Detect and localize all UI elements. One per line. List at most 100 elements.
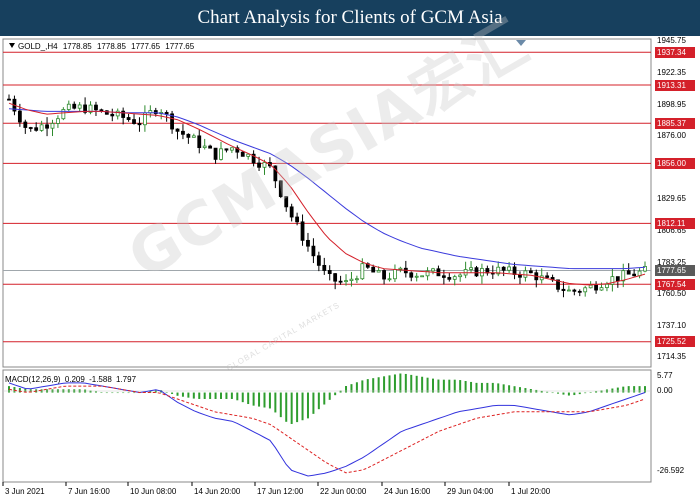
candle-body bbox=[420, 275, 425, 278]
macd-hist-bar bbox=[524, 388, 527, 393]
macd-hist-bar bbox=[13, 387, 16, 393]
candle-body bbox=[202, 145, 207, 149]
high-value: 1778.85 bbox=[96, 42, 126, 51]
candle-body bbox=[501, 266, 506, 271]
candle-body bbox=[208, 145, 213, 149]
macd-hist-bar bbox=[274, 392, 277, 413]
candle-body bbox=[7, 98, 11, 101]
candle-body bbox=[72, 103, 77, 109]
candle-body bbox=[99, 109, 104, 112]
level-label: 1937.34 bbox=[655, 46, 695, 58]
candle-body bbox=[599, 287, 604, 291]
macd-hist-bar bbox=[410, 374, 413, 393]
candle-body bbox=[115, 110, 120, 117]
candle-body bbox=[191, 135, 196, 138]
candle-body bbox=[545, 275, 550, 278]
candle-body bbox=[354, 278, 359, 281]
close-value: 1777.65 bbox=[165, 42, 195, 51]
candle-body bbox=[409, 272, 414, 278]
macd-hist-bar bbox=[600, 390, 603, 393]
macd-hist-bar bbox=[323, 392, 326, 405]
candle-body bbox=[512, 266, 517, 275]
macd-hist-bar bbox=[432, 378, 434, 393]
macd-hist-bar bbox=[306, 392, 309, 419]
candle-body bbox=[382, 270, 386, 280]
macd-hist-bar bbox=[279, 392, 282, 418]
macd-hist-bar bbox=[415, 375, 418, 393]
candle-body bbox=[447, 277, 452, 280]
macd-axis-top: 5.77 bbox=[657, 371, 673, 380]
macd-hist-bar bbox=[399, 373, 402, 393]
candle-body bbox=[507, 266, 512, 271]
candle-body bbox=[17, 110, 22, 123]
candle-body bbox=[39, 124, 44, 131]
candle-body bbox=[61, 109, 66, 120]
macd-hist-bar bbox=[453, 379, 456, 393]
price-tick-label: 1829.65 bbox=[657, 194, 686, 204]
candle-body bbox=[360, 263, 365, 280]
macd-hist-bar bbox=[388, 375, 391, 393]
time-tick-label: 17 Jun 12:00 bbox=[257, 487, 304, 496]
macd-hist-bar bbox=[285, 392, 288, 422]
macd-hist-bar bbox=[247, 392, 250, 405]
candle-body bbox=[110, 113, 115, 117]
price-tick-label: 1945.75 bbox=[657, 35, 686, 45]
time-tick-label: 24 Jun 16:00 bbox=[384, 487, 431, 496]
time-axis-ticks bbox=[2, 482, 510, 486]
macd-hist-bar bbox=[633, 386, 636, 393]
time-tick-label: 22 Jun 00:00 bbox=[320, 487, 367, 496]
candle-body bbox=[316, 255, 321, 266]
candle-body bbox=[474, 267, 479, 277]
candle-body bbox=[349, 278, 354, 282]
macd-hist-bar bbox=[230, 392, 233, 399]
candle-body bbox=[333, 273, 338, 282]
candle-body bbox=[322, 264, 327, 271]
signal-value: -1.588 bbox=[89, 375, 112, 384]
macd-info: MACD(12,26,9) 0.209 -1.588 1.797 bbox=[5, 375, 138, 384]
macd-hist-bar bbox=[518, 387, 521, 393]
price-tick-label: 1737.10 bbox=[657, 320, 686, 330]
macd-hist-bar bbox=[100, 392, 103, 393]
macd-hist-bar bbox=[187, 392, 190, 398]
candle-body bbox=[197, 135, 202, 149]
chart-banner: Chart Analysis for Clients of GCM Asia bbox=[0, 0, 700, 36]
candle-body bbox=[566, 289, 571, 292]
time-tick-label: 14 Jun 20:00 bbox=[194, 487, 241, 496]
macd-hist-bar bbox=[366, 379, 369, 393]
dropdown-triangle-icon[interactable] bbox=[9, 43, 15, 48]
macd-hist-bar bbox=[290, 392, 293, 424]
macd-hist-bar bbox=[220, 392, 222, 399]
low-value: 1777.65 bbox=[131, 42, 161, 51]
candle-body bbox=[306, 239, 310, 247]
macd-hist-bar bbox=[176, 392, 179, 396]
macd-hist-bar bbox=[508, 385, 511, 393]
candle-body bbox=[186, 133, 191, 138]
macd-hist-bar bbox=[328, 392, 331, 400]
price-tick-label: 1760.50 bbox=[657, 288, 686, 298]
macd-hist-bar bbox=[448, 379, 451, 393]
candle-body bbox=[300, 221, 305, 241]
macd-label: MACD(12,26,9) bbox=[5, 375, 61, 384]
macd-hist-bar bbox=[361, 380, 364, 393]
macd-hist-bar bbox=[557, 392, 560, 394]
macd-hist-bar bbox=[111, 392, 114, 394]
macd-hist-bar bbox=[551, 392, 554, 394]
macd-hist-bar bbox=[616, 387, 619, 393]
current-price-label: 1777.65 bbox=[655, 264, 695, 276]
macd-hist-bar bbox=[258, 392, 261, 407]
candle-body bbox=[121, 110, 126, 118]
macd-hist-bar bbox=[105, 392, 108, 394]
macd-hist-bar bbox=[567, 392, 570, 396]
candle-body bbox=[458, 274, 463, 278]
macd-hist-bar bbox=[127, 392, 130, 394]
macd-hist-bar bbox=[345, 386, 348, 393]
candle-body bbox=[126, 117, 131, 120]
candle-body bbox=[469, 267, 473, 270]
candle-body bbox=[50, 123, 55, 129]
macd-hist-bar bbox=[627, 386, 630, 393]
macd-hist-bar bbox=[236, 392, 239, 401]
candle-body bbox=[164, 112, 169, 115]
macd-hist-bar bbox=[94, 391, 97, 393]
candle-body bbox=[588, 284, 593, 289]
candle-body bbox=[376, 270, 381, 273]
